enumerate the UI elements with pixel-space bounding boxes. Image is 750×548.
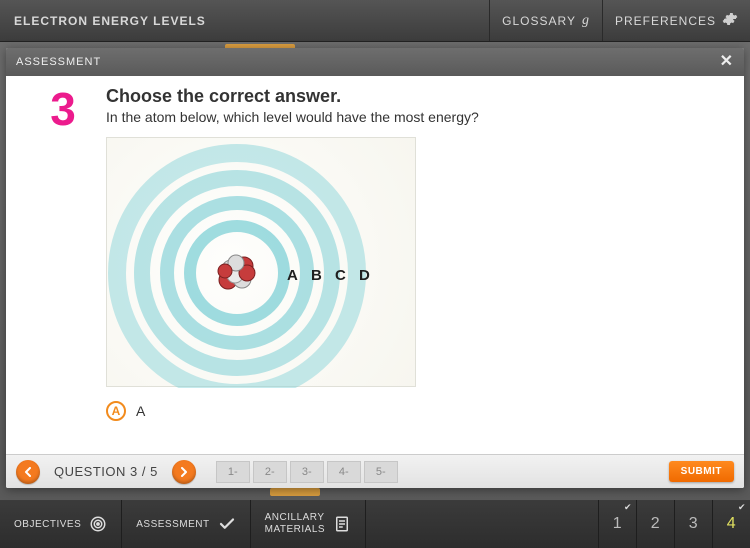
question-number: 3 <box>40 86 86 448</box>
question-box[interactable]: 4- <box>327 461 361 483</box>
modal-title: ASSESSMENT <box>16 56 101 68</box>
check-icon <box>218 515 236 533</box>
gear-icon <box>722 11 738 30</box>
answer-option[interactable]: A A <box>106 401 724 421</box>
atom-diagram: A B C D <box>106 137 416 387</box>
modal-footer: QUESTION 3 / 5 1- 2- 3- 4- 5- SUBMIT <box>6 454 744 488</box>
check-icon: ✔ <box>624 502 632 513</box>
bottom-bar: OBJECTIVES ASSESSMENT ANCILLARY MATERIAL… <box>0 500 750 548</box>
question-box[interactable]: 1- <box>216 461 250 483</box>
prev-button[interactable] <box>16 460 40 484</box>
preferences-label: PREFERENCES <box>615 14 716 28</box>
preferences-button[interactable]: PREFERENCES <box>602 0 750 41</box>
modal-body: 3 Choose the correct answer. In the atom… <box>6 76 744 454</box>
answer-letter-icon: A <box>106 401 126 421</box>
tab-objectives[interactable]: OBJECTIVES <box>0 500 122 548</box>
app-title: ELECTRON ENERGY LEVELS <box>0 14 489 28</box>
section-nav-4[interactable]: ✔ 4 <box>712 500 750 548</box>
top-bar: ELECTRON ENERGY LEVELS GLOSSARY g PREFER… <box>0 0 750 42</box>
question-boxes: 1- 2- 3- 4- 5- <box>216 461 398 483</box>
tab-ancillary-label: ANCILLARY MATERIALS <box>265 512 325 536</box>
document-icon <box>333 515 351 533</box>
tab-assessment[interactable]: ASSESSMENT <box>122 500 250 548</box>
glossary-label: GLOSSARY <box>502 14 576 28</box>
tab-assessment-label: ASSESSMENT <box>136 519 209 530</box>
question-box[interactable]: 5- <box>364 461 398 483</box>
diagram-label-d: D <box>359 267 370 284</box>
question-prompt: In the atom below, which level would hav… <box>106 109 724 125</box>
answer-list: A A <box>106 401 724 421</box>
section-nav-1[interactable]: ✔ 1 <box>598 500 636 548</box>
target-icon <box>89 515 107 533</box>
diagram-label-b: B <box>311 267 322 284</box>
glossary-icon: g <box>582 13 590 29</box>
diagram-label-c: C <box>335 267 346 284</box>
question-counter: QUESTION 3 / 5 <box>54 464 158 479</box>
section-nav-3[interactable]: 3 <box>674 500 712 548</box>
question-content: Choose the correct answer. In the atom b… <box>106 86 724 448</box>
section-nav-2[interactable]: 2 <box>636 500 674 548</box>
question-box[interactable]: 2- <box>253 461 287 483</box>
submit-button[interactable]: SUBMIT <box>669 461 734 482</box>
question-title: Choose the correct answer. <box>106 86 724 107</box>
assessment-modal: ASSESSMENT ✕ 3 Choose the correct answer… <box>6 48 744 488</box>
question-box[interactable]: 3- <box>290 461 324 483</box>
next-button[interactable] <box>172 460 196 484</box>
tab-objectives-label: OBJECTIVES <box>14 519 81 530</box>
modal-header: ASSESSMENT ✕ <box>6 48 744 76</box>
glossary-button[interactable]: GLOSSARY g <box>489 0 602 41</box>
tab-ancillary[interactable]: ANCILLARY MATERIALS <box>251 500 366 548</box>
app-root: ELECTRON ENERGY LEVELS GLOSSARY g PREFER… <box>0 0 750 548</box>
diagram-label-a: A <box>287 267 298 284</box>
close-icon[interactable]: ✕ <box>720 54 734 70</box>
answer-text: A <box>136 403 145 419</box>
check-icon: ✔ <box>738 502 746 513</box>
